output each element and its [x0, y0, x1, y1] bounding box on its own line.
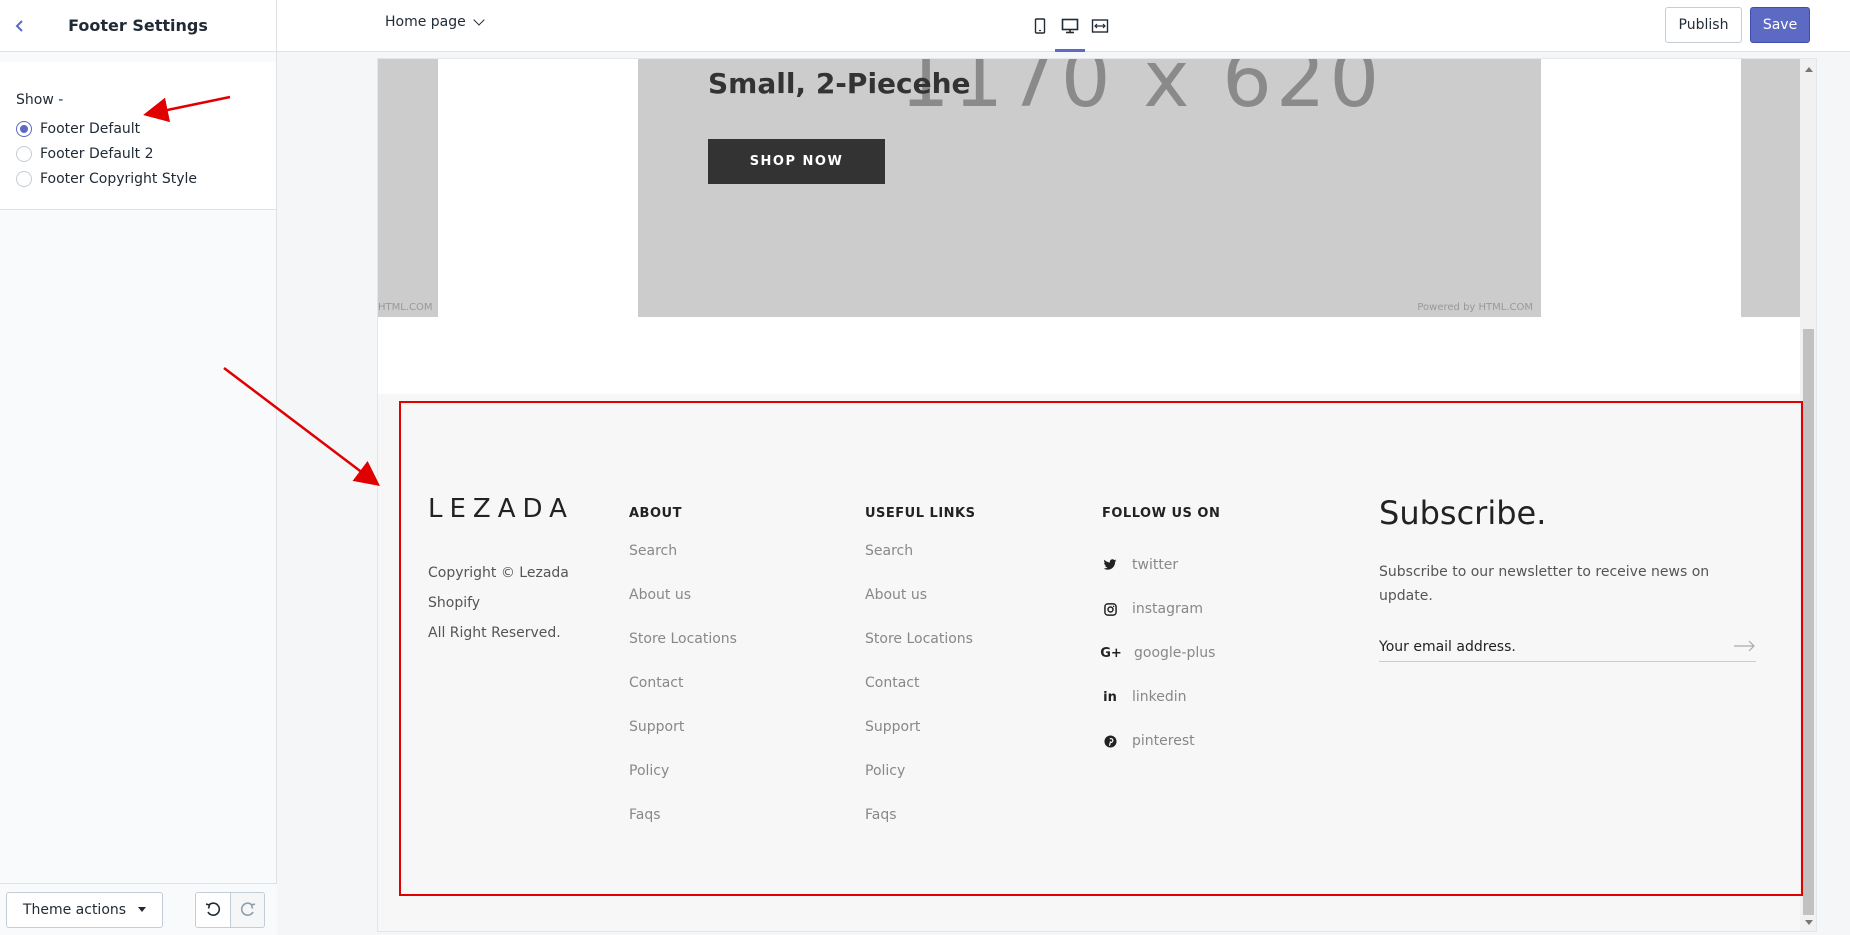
scrollbar-thumb[interactable]: [1803, 329, 1814, 915]
mobile-view-button[interactable]: [1025, 12, 1055, 40]
top-bar: Home page Publish Save: [277, 0, 1850, 52]
subscribe-title: Subscribe.: [1379, 494, 1547, 532]
col-title: USEFUL LINKS: [865, 506, 976, 521]
copyright-line: Shopify: [428, 595, 481, 611]
scroll-down-icon[interactable]: [1805, 920, 1813, 925]
footer-link[interactable]: Support: [865, 719, 975, 763]
social-link-linkedin[interactable]: in linkedin: [1102, 675, 1220, 719]
footer-col-follow: FOLLOW US ON twitter instagram G+ google…: [1100, 506, 1221, 763]
google-plus-icon: G+: [1100, 645, 1122, 661]
footer-link[interactable]: Search: [629, 543, 737, 587]
sidebar-title: Footer Settings: [68, 16, 208, 35]
copyright-line: All Right Reserved.: [428, 625, 561, 641]
placeholder-image-center: 1170 x 620 Small, 2-Piecehe SHOP NOW Pow…: [638, 59, 1541, 317]
publish-button[interactable]: Publish: [1665, 7, 1742, 43]
radio-label: Footer Default 2: [40, 145, 154, 162]
redo-button[interactable]: [230, 892, 264, 927]
placeholder-credit: HTML.COM: [378, 302, 433, 313]
radio-footer-default-2[interactable]: Footer Default 2: [16, 141, 260, 166]
footer-link[interactable]: About us: [629, 587, 737, 631]
device-switcher: [1025, 12, 1115, 52]
banner-title: Small, 2-Piecehe: [708, 67, 971, 100]
copyright-text: Copyright © Lezada Shopify All Right Res…: [428, 558, 598, 648]
social-link-twitter[interactable]: twitter: [1102, 543, 1220, 587]
sidebar: Footer Settings Show - Footer Default Fo…: [0, 0, 277, 935]
radio-footer-default[interactable]: Footer Default: [16, 116, 260, 141]
footer-link[interactable]: Search: [865, 543, 975, 587]
page-selector-label: Home page: [385, 14, 466, 30]
radio-button[interactable]: [16, 120, 32, 137]
footer-col-useful-links: USEFUL LINKS Search About us Store Locat…: [865, 506, 975, 851]
preview-scrollbar[interactable]: [1800, 59, 1816, 931]
save-button[interactable]: Save: [1750, 7, 1810, 43]
undo-icon: [205, 901, 221, 916]
shop-now-button[interactable]: SHOP NOW: [708, 139, 885, 184]
desktop-view-button[interactable]: [1055, 12, 1085, 52]
footer-link[interactable]: Contact: [865, 675, 975, 719]
chevron-left-icon: [15, 20, 23, 32]
radio-label: Footer Default: [40, 120, 141, 137]
col-title: FOLLOW US ON: [1102, 506, 1221, 521]
copyright-line: Copyright © Lezada: [428, 565, 569, 581]
mobile-icon: [1034, 18, 1046, 34]
radio-button[interactable]: [16, 170, 32, 187]
subscribe-submit-button[interactable]: [1734, 637, 1756, 656]
footer-link[interactable]: Policy: [865, 763, 975, 807]
sidebar-header: Footer Settings: [0, 0, 276, 52]
site-footer: LEZADA Copyright © Lezada Shopify All Ri…: [378, 394, 1800, 931]
social-link-google-plus[interactable]: G+ google-plus: [1100, 631, 1220, 675]
footer-link[interactable]: Policy: [629, 763, 737, 807]
caret-down-icon: [138, 907, 147, 912]
radio-label: Footer Copyright Style: [40, 170, 198, 187]
email-placeholder: Your email address.: [1379, 638, 1516, 655]
theme-actions-button[interactable]: Theme actions: [6, 891, 163, 928]
subscribe-description: Subscribe to our newsletter to receive n…: [1379, 564, 1710, 604]
radio-button[interactable]: [16, 145, 32, 162]
undo-redo-group: [195, 891, 265, 928]
twitter-icon: [1102, 557, 1118, 573]
col-title: ABOUT: [629, 506, 682, 521]
footer-link[interactable]: Store Locations: [629, 631, 737, 675]
banner-slider: HTML.COM 1170 x 620 Small, 2-Piecehe SHO…: [378, 59, 1800, 317]
placeholder-dimensions: 1170 x 620: [900, 59, 1384, 125]
expand-horizontal-icon: [1091, 19, 1109, 33]
theme-actions-label: Theme actions: [22, 901, 127, 918]
redo-icon: [240, 901, 255, 916]
social-link-pinterest[interactable]: pinterest: [1102, 719, 1220, 763]
footer-link[interactable]: Faqs: [629, 807, 737, 851]
footer-link[interactable]: Store Locations: [865, 631, 975, 675]
desktop-icon: [1061, 18, 1079, 34]
undo-button[interactable]: [196, 892, 230, 927]
social-label: twitter: [1132, 557, 1179, 573]
radio-footer-copyright-style[interactable]: Footer Copyright Style: [16, 166, 260, 191]
theme-preview: HTML.COM 1170 x 620 Small, 2-Piecehe SHO…: [377, 58, 1817, 932]
back-button[interactable]: [8, 14, 32, 38]
linkedin-icon: in: [1103, 689, 1117, 705]
pinterest-icon: [1102, 733, 1118, 749]
footer-col-about: ABOUT Search About us Store Locations Co…: [629, 506, 737, 851]
footer-logo[interactable]: LEZADA: [428, 494, 574, 524]
social-label: instagram: [1132, 601, 1203, 617]
arrow-right-icon: [1734, 640, 1755, 652]
sidebar-footer: Theme actions: [0, 883, 277, 935]
show-label: Show -: [16, 92, 64, 108]
social-label: pinterest: [1132, 733, 1195, 749]
placeholder-credit: Powered by HTML.COM: [1417, 302, 1533, 313]
footer-link[interactable]: Contact: [629, 675, 737, 719]
newsletter-email-input[interactable]: Your email address.: [1379, 632, 1756, 662]
footer-link[interactable]: Support: [629, 719, 737, 763]
placeholder-image-left: HTML.COM: [378, 59, 438, 317]
scroll-up-icon[interactable]: [1805, 67, 1813, 72]
footer-link[interactable]: About us: [865, 587, 975, 631]
placeholder-image-right: [1741, 59, 1800, 317]
chevron-down-icon: [473, 14, 485, 26]
footer-style-section: Show - Footer Default Footer Default 2 F…: [0, 62, 276, 210]
page-selector[interactable]: Home page: [385, 14, 485, 30]
full-width-view-button[interactable]: [1085, 12, 1115, 40]
social-link-instagram[interactable]: instagram: [1102, 587, 1220, 631]
social-label: linkedin: [1132, 689, 1187, 705]
social-label: google-plus: [1134, 645, 1216, 661]
footer-link[interactable]: Faqs: [865, 807, 975, 851]
instagram-icon: [1102, 601, 1118, 617]
